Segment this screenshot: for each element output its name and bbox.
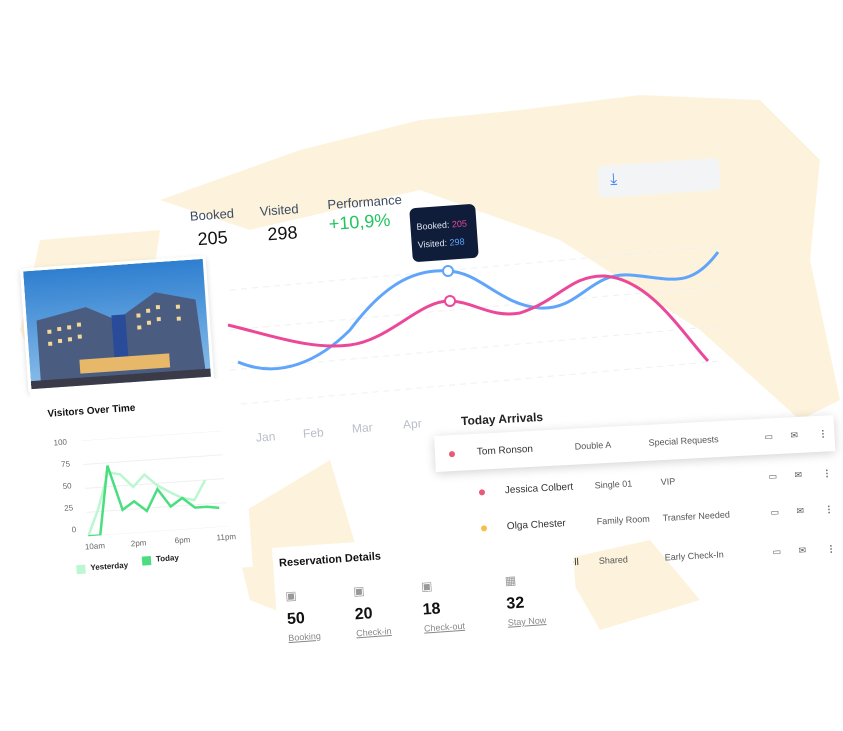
visitors-over-time-card: Visitors Over Time 100 75 50 25 0 10am 2… bbox=[30, 377, 253, 582]
tooltip-visited-label: Visited: bbox=[417, 237, 448, 250]
gridline bbox=[88, 526, 228, 537]
guest-note: VIP bbox=[660, 476, 676, 488]
metric-check-out[interactable]: ▣ 18 Check-out bbox=[421, 577, 466, 634]
y-tick-label: 25 bbox=[63, 503, 74, 513]
x-tick-label: Jan bbox=[255, 429, 276, 445]
mail-icon[interactable]: ✉ bbox=[796, 506, 804, 517]
guest-note: Special Requests bbox=[648, 434, 719, 448]
calendar-plus-icon: ▣ bbox=[352, 583, 366, 599]
building-icon: ▦ bbox=[504, 573, 517, 588]
legend-label-today[interactable]: Today bbox=[156, 553, 180, 564]
more-icon[interactable]: ⋮ bbox=[824, 504, 834, 515]
metric-stay-now[interactable]: ▦ 32 Stay Now bbox=[504, 571, 546, 628]
more-icon[interactable]: ⋮ bbox=[818, 428, 828, 439]
x-tick-label: Mar bbox=[351, 420, 374, 436]
tooltip-visited-value: 298 bbox=[449, 236, 465, 248]
gridline bbox=[83, 454, 223, 465]
status-dot bbox=[480, 525, 488, 532]
x-tick-label: 11pm bbox=[216, 531, 237, 543]
room-type: Family Room bbox=[596, 513, 650, 527]
x-tick-label: 6pm bbox=[174, 535, 191, 546]
legend-label-yesterday[interactable]: Yesterday bbox=[90, 561, 128, 573]
room-type: Shared bbox=[598, 554, 629, 566]
tooltip-booked-value: 205 bbox=[451, 218, 468, 230]
y-tick-label: 100 bbox=[53, 437, 68, 448]
chart-tooltip: Booked: 205 Visited: 298 bbox=[409, 203, 479, 263]
metric-value: 18 bbox=[422, 600, 442, 619]
metric-check-in[interactable]: ▣ 20 Check-in bbox=[352, 582, 392, 639]
booked-highlight-point[interactable] bbox=[444, 295, 456, 307]
mail-icon[interactable]: ✉ bbox=[790, 430, 798, 441]
series-booked-line bbox=[227, 274, 710, 363]
series-today-line bbox=[88, 465, 220, 537]
legend-swatch-yesterday bbox=[76, 564, 86, 575]
legend-swatch-today bbox=[141, 555, 152, 566]
credit-card-icon[interactable]: ▭ bbox=[772, 546, 781, 557]
mail-icon[interactable]: ✉ bbox=[794, 470, 802, 481]
guest-note: Early Check-In bbox=[664, 549, 724, 563]
metric-value: 50 bbox=[286, 609, 306, 629]
metric-value: 20 bbox=[354, 605, 374, 624]
guest-name: Jessica Colbert bbox=[504, 481, 574, 497]
reservation-details-card: Reservation Details ▣ 50 Booking ▣ 20 Ch… bbox=[272, 527, 580, 668]
metric-label[interactable]: Booking bbox=[288, 631, 321, 643]
gridline bbox=[229, 360, 721, 406]
metric-label[interactable]: Check-out bbox=[424, 621, 466, 634]
guest-name: Tom Ronson bbox=[476, 443, 534, 458]
y-tick-label: 0 bbox=[71, 525, 77, 535]
room-type: Single 01 bbox=[594, 478, 633, 491]
series-visited-line bbox=[237, 251, 720, 371]
x-tick-label: 10am bbox=[84, 541, 106, 552]
guest-note: Transfer Needed bbox=[662, 509, 731, 524]
calendar-check-icon: ▣ bbox=[284, 588, 298, 604]
more-icon[interactable]: ⋮ bbox=[826, 544, 836, 555]
visitors-chart-title: Visitors Over Time bbox=[47, 402, 136, 420]
metric-label[interactable]: Stay Now bbox=[507, 615, 546, 628]
mail-icon[interactable]: ✉ bbox=[798, 545, 806, 556]
status-dot bbox=[478, 489, 486, 496]
metric-label[interactable]: Check-in bbox=[356, 626, 392, 638]
reservation-title: Reservation Details bbox=[278, 550, 382, 570]
more-icon[interactable]: ⋮ bbox=[822, 468, 832, 479]
visited-highlight-point[interactable] bbox=[442, 265, 454, 277]
hotel-photo bbox=[19, 255, 215, 393]
x-tick-label: Feb bbox=[302, 425, 325, 441]
credit-card-icon[interactable]: ▭ bbox=[770, 507, 779, 518]
status-dot bbox=[448, 450, 456, 458]
gridline bbox=[81, 430, 222, 442]
y-tick-label: 50 bbox=[62, 481, 72, 491]
x-tick-label: Apr bbox=[402, 416, 423, 432]
visitors-line-chart bbox=[81, 430, 228, 537]
dashboard-collage: Booked 205 Visited 298 Performance +10,9… bbox=[0, 0, 843, 731]
y-tick-label: 75 bbox=[60, 459, 71, 469]
metric-booking[interactable]: ▣ 50 Booking bbox=[285, 587, 321, 643]
room-type: Double A bbox=[574, 439, 612, 452]
calendar-minus-icon: ▣ bbox=[420, 578, 433, 594]
credit-card-icon[interactable]: ▭ bbox=[764, 431, 773, 442]
tooltip-booked-label: Booked: bbox=[416, 219, 450, 232]
x-tick-label: 2pm bbox=[130, 538, 147, 549]
metric-value: 32 bbox=[505, 594, 525, 613]
credit-card-icon[interactable]: ▭ bbox=[768, 471, 777, 482]
